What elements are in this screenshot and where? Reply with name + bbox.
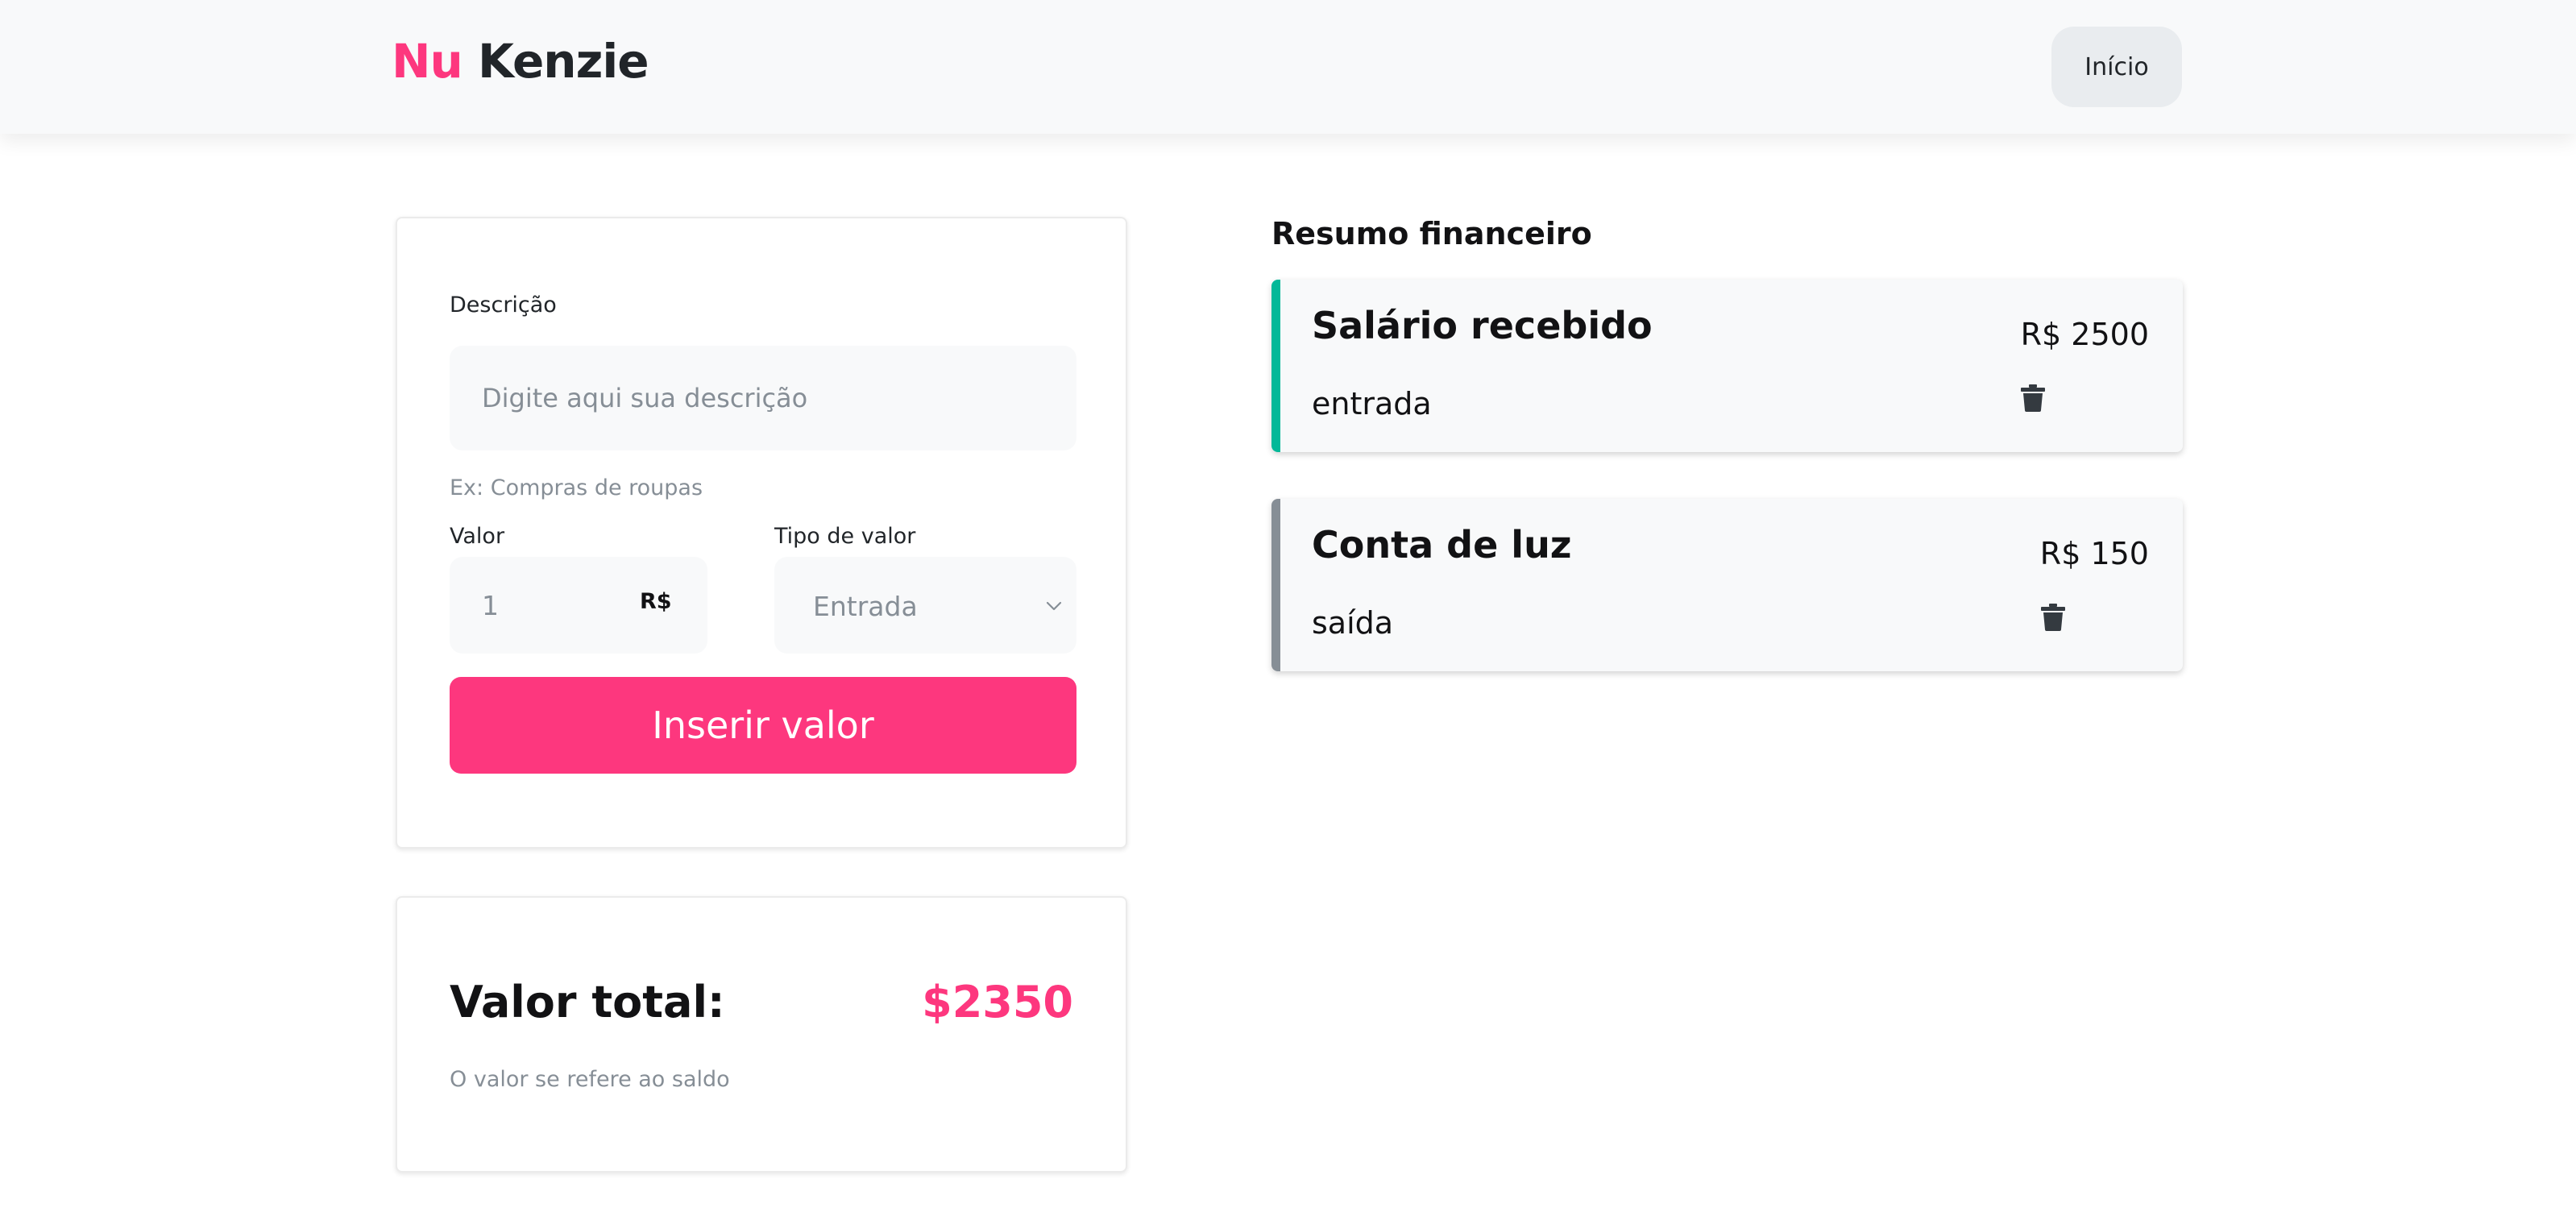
value-input[interactable] [482, 581, 611, 629]
trash-icon[interactable] [2041, 604, 2065, 631]
list-item: Conta de luz saída R$ 150 [1271, 499, 2183, 671]
chevron-down-icon [1046, 601, 1062, 611]
entry-type: saída [1312, 605, 1394, 641]
entry-type-stripe [1271, 499, 1280, 671]
value-field[interactable]: R$ [450, 557, 707, 654]
logo-kenzie: Kenzie [478, 34, 649, 89]
transaction-form-card: Descrição Ex: Compras de roupas Valor R$… [396, 217, 1127, 849]
total-label: Valor total: [450, 977, 725, 1027]
logo-nu: Nu [392, 34, 463, 89]
entry-title: Conta de luz [1312, 523, 1572, 567]
top-header: Nu Kenzie Início [0, 0, 2576, 134]
type-selected-value: Entrada [813, 591, 918, 622]
value-label: Valor [450, 524, 505, 549]
currency-label: R$ [640, 589, 672, 614]
total-card: Valor total: $2350 O valor se refere ao … [396, 896, 1127, 1173]
entry-type: entrada [1312, 386, 1432, 421]
insert-value-button[interactable]: Inserir valor [450, 677, 1076, 774]
total-value: $2350 [922, 977, 1073, 1027]
home-button[interactable]: Início [2051, 27, 2182, 107]
total-subtitle: O valor se refere ao saldo [450, 1067, 730, 1092]
description-label: Descrição [450, 293, 557, 318]
list-item: Salário recebido entrada R$ 2500 [1271, 280, 2183, 452]
entry-amount: R$ 150 [2039, 536, 2149, 571]
entry-title: Salário recebido [1312, 304, 1653, 347]
summary-title: Resumo financeiro [1271, 216, 1592, 251]
entry-amount: R$ 2500 [2020, 317, 2149, 352]
entry-type-stripe [1271, 280, 1280, 452]
type-label: Tipo de valor [774, 524, 916, 549]
logo: Nu Kenzie [392, 34, 649, 89]
trash-icon[interactable] [2021, 384, 2045, 412]
description-input[interactable] [450, 346, 1076, 450]
type-select[interactable]: Entrada [774, 557, 1076, 654]
description-hint: Ex: Compras de roupas [450, 475, 703, 500]
